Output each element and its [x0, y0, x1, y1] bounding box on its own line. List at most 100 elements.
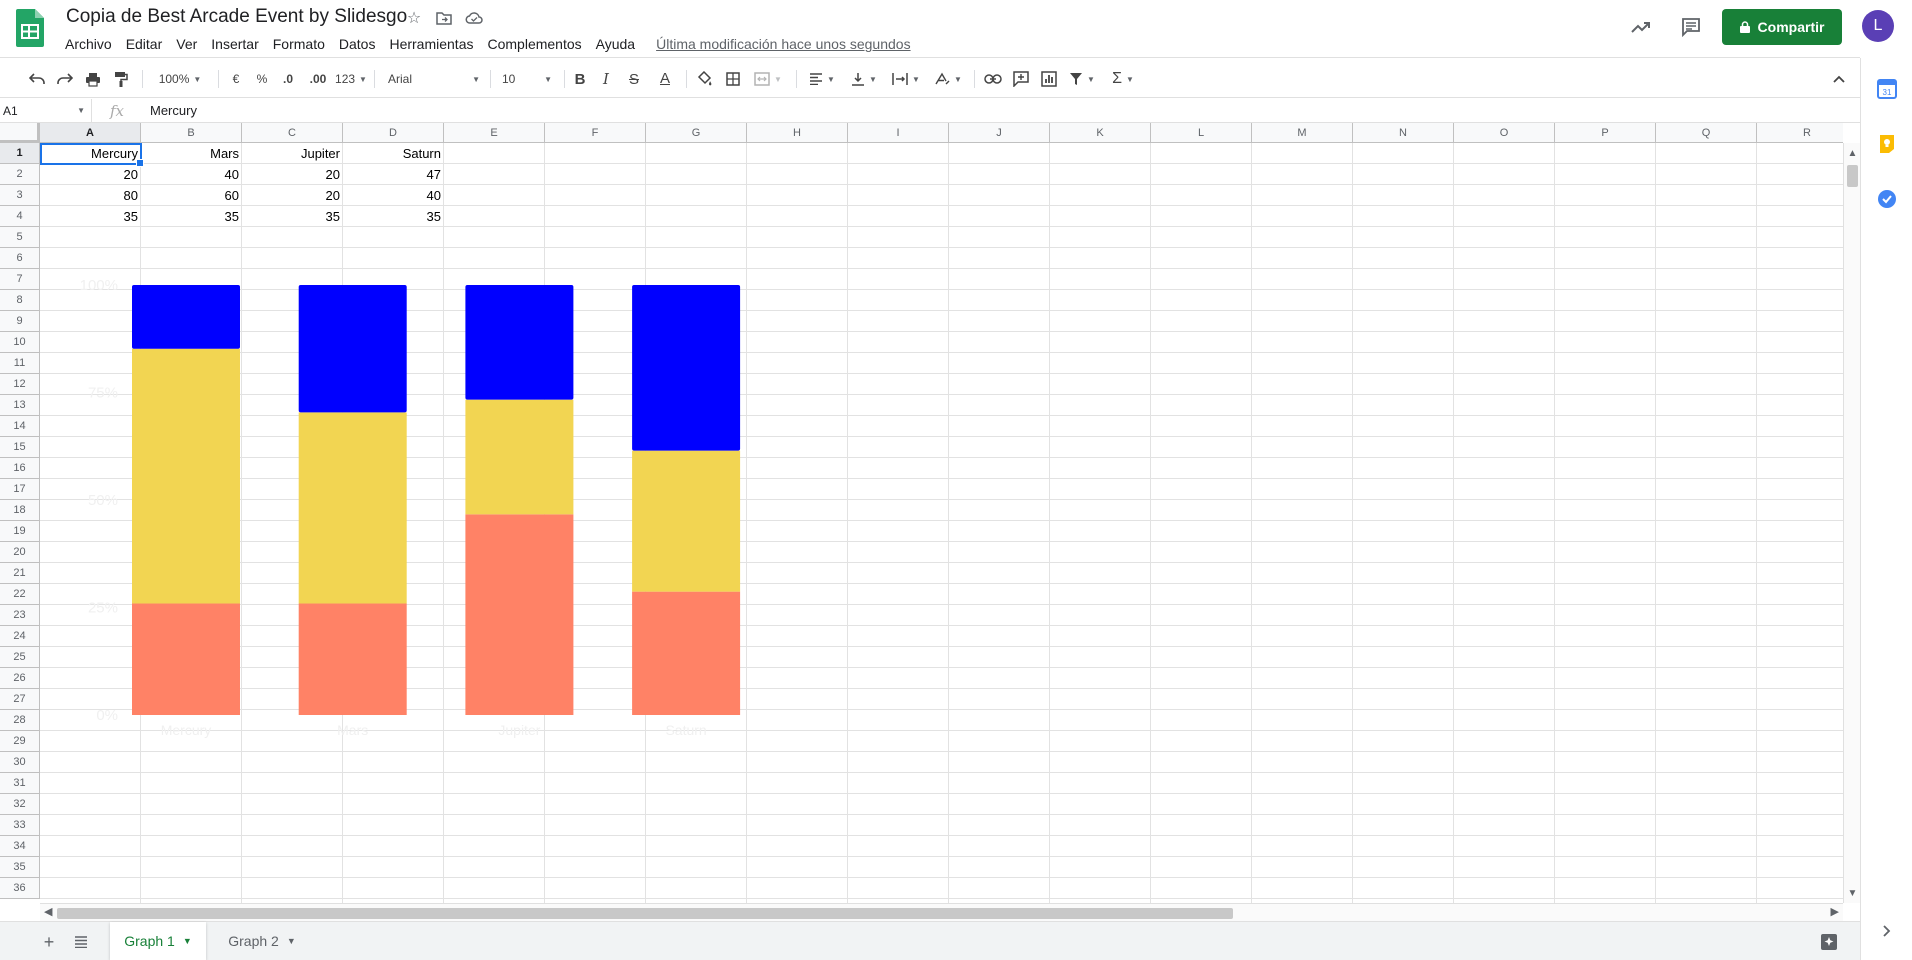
sheet-tab-graph-2[interactable]: Graph 2 ▼: [214, 922, 310, 960]
last-edit-link[interactable]: Última modificación hace unos segundos: [656, 36, 910, 52]
expand-panel-icon[interactable]: [1876, 920, 1898, 942]
column-header-j[interactable]: J: [949, 123, 1050, 143]
row-header-36[interactable]: 36: [0, 878, 40, 899]
menu-datos[interactable]: Datos: [332, 35, 383, 53]
row-header-7[interactable]: 7: [0, 269, 40, 290]
cell-a1[interactable]: Mercury: [40, 143, 141, 164]
vertical-align-icon[interactable]: ▼: [846, 68, 882, 90]
chevron-down-icon[interactable]: ▼: [183, 936, 192, 946]
row-header-21[interactable]: 21: [0, 563, 40, 584]
increase-decimals-button[interactable]: .00: [304, 68, 332, 90]
text-wrapping-icon[interactable]: ▼: [888, 68, 924, 90]
vertical-scrollbar[interactable]: ▲ ▼: [1843, 143, 1860, 903]
column-header-m[interactable]: M: [1252, 123, 1353, 143]
horizontal-align-icon[interactable]: ▼: [804, 68, 840, 90]
menu-ayuda[interactable]: Ayuda: [589, 35, 642, 53]
keep-icon[interactable]: [1876, 133, 1898, 155]
stacked-percent-bar-chart[interactable]: 0% 25% 50% 75% 100% Mercury Mars Jupiter Saturn: [60, 272, 820, 742]
cell-d1[interactable]: Saturn: [343, 143, 444, 164]
column-header-p[interactable]: P: [1555, 123, 1656, 143]
row-header-11[interactable]: 11: [0, 353, 40, 374]
column-header-q[interactable]: Q: [1656, 123, 1757, 143]
all-sheets-icon[interactable]: [70, 931, 92, 953]
text-rotation-icon[interactable]: ▼: [930, 68, 966, 90]
row-header-1[interactable]: 1: [0, 143, 40, 164]
column-header-n[interactable]: N: [1353, 123, 1454, 143]
column-header-c[interactable]: C: [242, 123, 343, 143]
column-header-r[interactable]: R: [1757, 123, 1843, 143]
menu-formato[interactable]: Formato: [266, 35, 332, 53]
percent-format-button[interactable]: %: [252, 68, 272, 90]
insert-comment-icon[interactable]: [1010, 68, 1032, 90]
scroll-right-icon[interactable]: ▶: [1831, 905, 1839, 918]
cell-b3[interactable]: 60: [141, 185, 242, 206]
bar-segment-mercury-series-3[interactable]: [132, 285, 240, 349]
comments-icon[interactable]: [1676, 12, 1706, 42]
cell-c4[interactable]: 35: [242, 206, 343, 227]
row-header-5[interactable]: 5: [0, 227, 40, 248]
filter-icon[interactable]: ▼: [1064, 68, 1100, 90]
activity-trend-icon[interactable]: [1626, 12, 1656, 42]
column-header-b[interactable]: B: [141, 123, 242, 143]
cell-a4[interactable]: 35: [40, 206, 141, 227]
column-header-i[interactable]: I: [848, 123, 949, 143]
row-header-17[interactable]: 17: [0, 479, 40, 500]
zoom-select[interactable]: 100% ▼: [152, 68, 208, 90]
row-header-14[interactable]: 14: [0, 416, 40, 437]
functions-button[interactable]: Σ ▼: [1106, 68, 1140, 90]
row-header-18[interactable]: 18: [0, 500, 40, 521]
scroll-down-icon[interactable]: ▼: [1844, 887, 1861, 901]
number-format-select[interactable]: 123 ▼: [334, 68, 368, 90]
row-header-8[interactable]: 8: [0, 290, 40, 311]
cell-a2[interactable]: 20: [40, 164, 141, 185]
menu-herramientas[interactable]: Herramientas: [382, 35, 480, 53]
decrease-decimals-button[interactable]: .0: [276, 68, 300, 90]
row-header-33[interactable]: 33: [0, 815, 40, 836]
row-header-22[interactable]: 22: [0, 584, 40, 605]
redo-icon[interactable]: [54, 68, 76, 90]
insert-link-icon[interactable]: [982, 68, 1004, 90]
cell-b4[interactable]: 35: [141, 206, 242, 227]
row-header-3[interactable]: 3: [0, 185, 40, 206]
cloud-status-icon[interactable]: [464, 8, 484, 28]
sheet-tab-graph-1[interactable]: Graph 1 ▼: [110, 922, 206, 960]
row-header-13[interactable]: 13: [0, 395, 40, 416]
cell-d2[interactable]: 47: [343, 164, 444, 185]
share-button[interactable]: Compartir: [1722, 9, 1842, 45]
strikethrough-button[interactable]: S: [624, 68, 644, 90]
column-header-f[interactable]: F: [545, 123, 646, 143]
cell-c1[interactable]: Jupiter: [242, 143, 343, 164]
star-icon[interactable]: ☆: [404, 8, 424, 28]
row-header-16[interactable]: 16: [0, 458, 40, 479]
add-sheet-icon[interactable]: +: [38, 931, 60, 953]
menu-archivo[interactable]: Archivo: [58, 35, 119, 53]
row-header-32[interactable]: 32: [0, 794, 40, 815]
name-box[interactable]: A1 ▼: [0, 99, 92, 123]
row-header-9[interactable]: 9: [0, 311, 40, 332]
row-header-28[interactable]: 28: [0, 710, 40, 731]
column-header-a[interactable]: A: [40, 123, 141, 143]
cell-c3[interactable]: 20: [242, 185, 343, 206]
column-header-k[interactable]: K: [1050, 123, 1151, 143]
move-folder-icon[interactable]: [434, 8, 454, 28]
bar-segment-saturn-series-1[interactable]: [632, 591, 741, 715]
menu-ver[interactable]: Ver: [169, 35, 204, 53]
row-header-15[interactable]: 15: [0, 437, 40, 458]
select-all-corner[interactable]: [0, 123, 40, 143]
tasks-icon[interactable]: [1876, 188, 1898, 210]
bar-segment-jupiter-series-1[interactable]: [465, 514, 574, 715]
row-header-30[interactable]: 30: [0, 752, 40, 773]
row-header-29[interactable]: 29: [0, 731, 40, 752]
bar-segment-jupiter-series-2[interactable]: [465, 399, 574, 515]
row-header-31[interactable]: 31: [0, 773, 40, 794]
row-header-19[interactable]: 19: [0, 521, 40, 542]
row-header-6[interactable]: 6: [0, 248, 40, 269]
menu-insertar[interactable]: Insertar: [204, 35, 265, 53]
cell-d3[interactable]: 40: [343, 185, 444, 206]
row-header-2[interactable]: 2: [0, 164, 40, 185]
bar-segment-mars-series-2[interactable]: [298, 412, 407, 604]
bar-segment-mars-series-1[interactable]: [298, 603, 407, 715]
vertical-scroll-thumb[interactable]: [1847, 165, 1858, 187]
row-header-27[interactable]: 27: [0, 689, 40, 710]
row-header-10[interactable]: 10: [0, 332, 40, 353]
